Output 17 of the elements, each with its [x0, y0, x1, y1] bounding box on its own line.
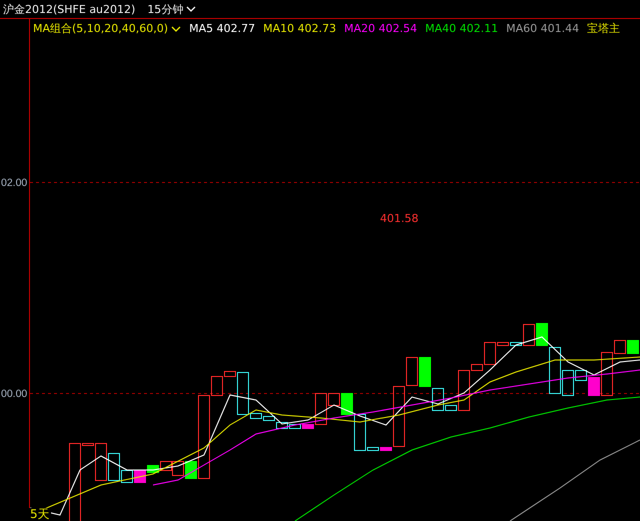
price-annotation: 401.58: [380, 212, 418, 225]
instrument-title: 沪金2012(SHFE au2012): [3, 2, 136, 16]
chevron-down-icon: [171, 26, 182, 32]
candlestick: [419, 357, 431, 387]
candlestick: [627, 340, 639, 354]
price-label: 00.00: [1, 388, 28, 400]
indicator-value: MA10 402.73: [263, 22, 336, 35]
period-dropdown[interactable]: 15分钟: [147, 2, 196, 16]
indicator-name: 宝塔主: [587, 21, 620, 36]
indicator-value: MA60 401.44: [506, 22, 580, 35]
chevron-down-icon: [186, 6, 196, 12]
period-label: 5天: [29, 508, 51, 521]
indicator-value: MA20 402.54: [344, 22, 418, 35]
indicator-dropdown[interactable]: MA组合(5,10,20,40,60,0): [33, 21, 182, 36]
indicator-value: MA5 402.77: [189, 22, 256, 35]
indicator-value: MA40 402.11: [425, 22, 498, 35]
price-label: 02.00: [1, 177, 28, 189]
